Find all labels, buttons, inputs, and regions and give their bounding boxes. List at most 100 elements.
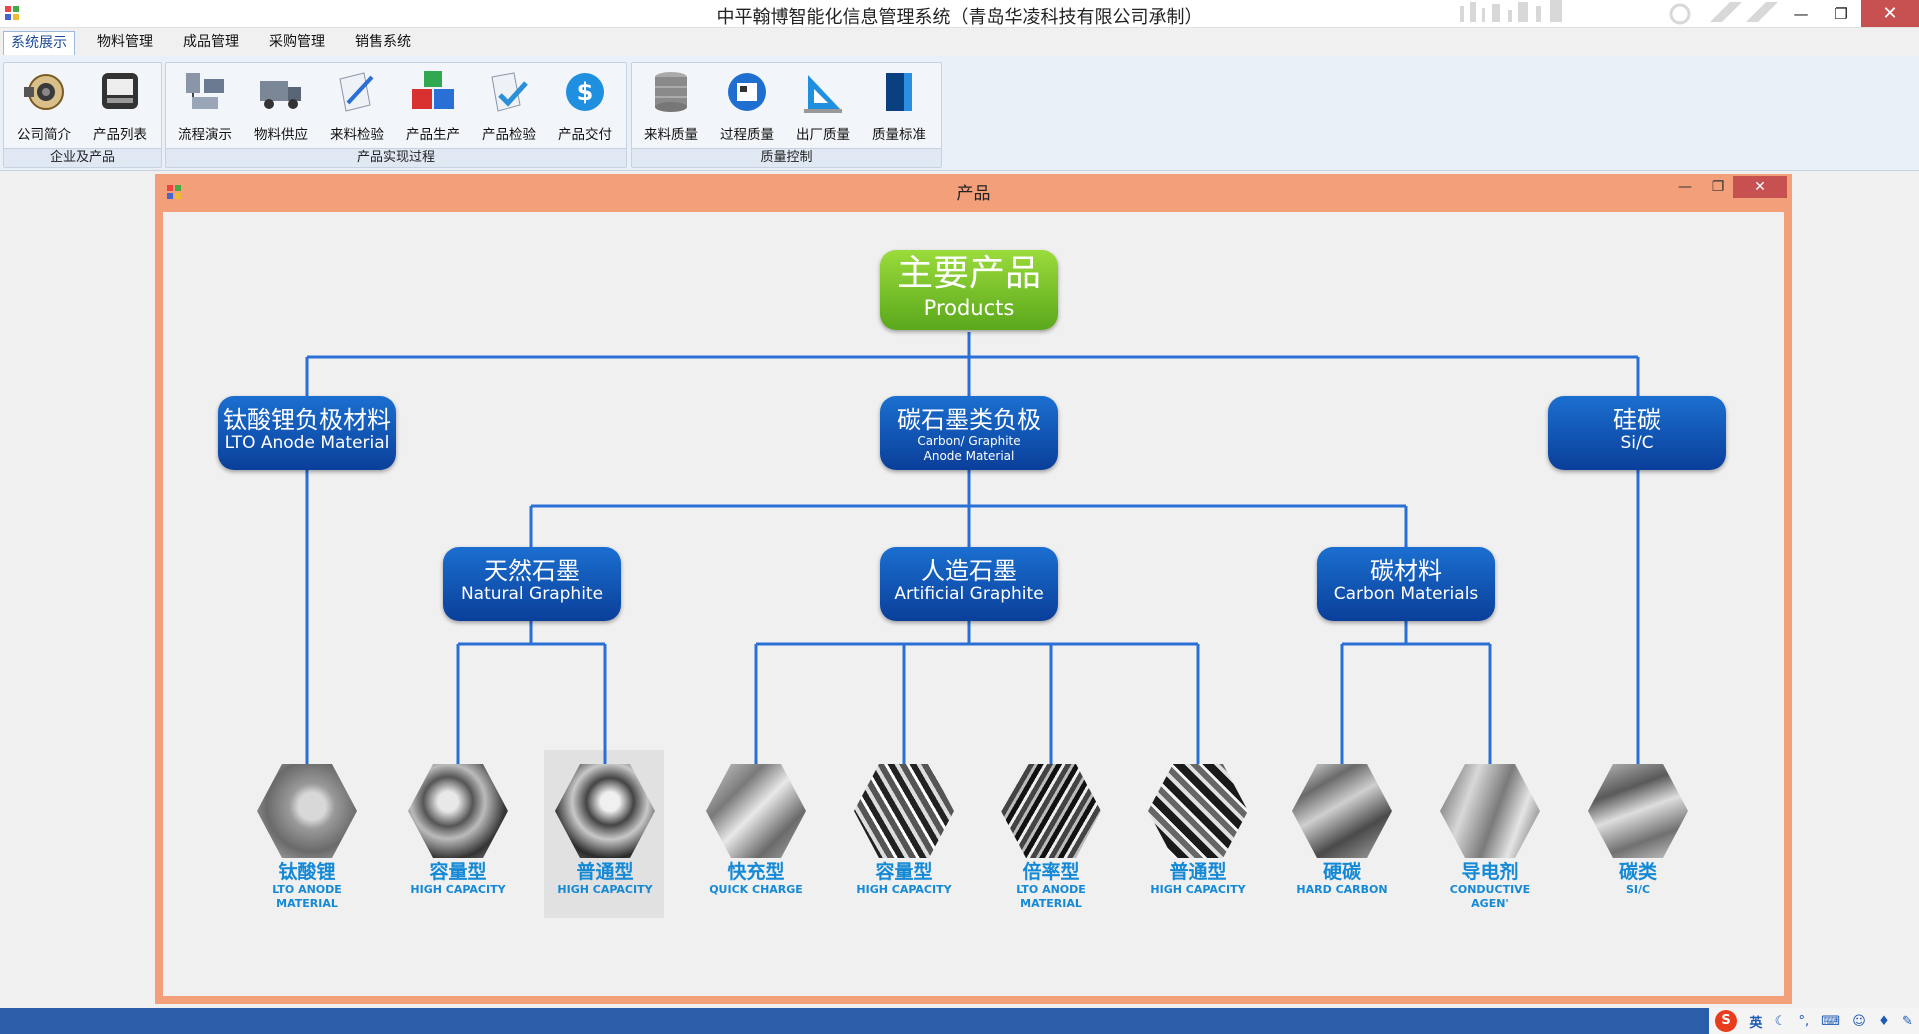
moon-icon[interactable]: ☾ xyxy=(1775,1014,1787,1029)
product-quick-charge-en: QUICK CHARGE xyxy=(709,883,803,896)
factory-quality-label: 出厂质量 xyxy=(796,127,850,143)
product-tree-canvas: 主要产品 Products 钛酸锂负极材料 LTO Anode Material… xyxy=(163,212,1784,996)
incoming-quality-button[interactable]: 来料质量 xyxy=(634,67,708,145)
wrench-icon[interactable]: ✎ xyxy=(1902,1014,1913,1029)
user-icon[interactable]: ☺ xyxy=(1852,1014,1866,1029)
product-rate-zh: 倍率型 xyxy=(1022,861,1080,883)
production-label: 产品生产 xyxy=(406,127,460,143)
menu-tab-material[interactable]: 物料管理 xyxy=(90,31,160,54)
node-sic-en: Si/C xyxy=(1620,433,1654,453)
node-carbon-materials-zh: 碳材料 xyxy=(1370,557,1442,585)
process-demo-button[interactable]: 流程演示 xyxy=(168,67,242,145)
book-icon xyxy=(886,73,912,111)
quality-standard-label: 质量标准 xyxy=(872,127,926,143)
product-quick-charge-zh: 快充型 xyxy=(727,861,785,883)
product-artificial-capacity[interactable]: 容量型 HIGH CAPACITY xyxy=(844,764,964,897)
node-artificial-graphite[interactable]: 人造石墨 Artificial Graphite xyxy=(880,547,1058,621)
child-maximize-button[interactable]: ❐ xyxy=(1703,176,1733,198)
maximize-button[interactable]: ❐ xyxy=(1820,0,1862,27)
product-natural-capacity[interactable]: 容量型 HIGH CAPACITY xyxy=(398,764,518,897)
product-list-button[interactable]: 产品列表 xyxy=(83,67,157,145)
product-delivery-button[interactable]: $ 产品交付 xyxy=(548,67,622,145)
node-carbon-materials[interactable]: 碳材料 Carbon Materials xyxy=(1317,547,1495,621)
cubes-icon xyxy=(412,71,454,109)
check-document-icon xyxy=(491,72,528,112)
product-window[interactable]: 产品 — ❐ ✕ 主要产品 Products 钛酸锂负极材料 LTO Anode… xyxy=(155,174,1792,1004)
root-node-products[interactable]: 主要产品 Products xyxy=(880,250,1058,330)
group-label-company: 企业及产品 xyxy=(4,148,161,167)
main-titlebar[interactable]: 中平翰博智能化信息管理系统（青岛华凌科技有限公司承制） — ❐ ✕ xyxy=(0,0,1919,28)
menu-tab-finished-goods[interactable]: 成品管理 xyxy=(176,31,246,54)
product-image-natural-capacity xyxy=(408,764,508,858)
group-label-process: 产品实现过程 xyxy=(166,148,626,167)
product-image-artificial-standard xyxy=(1148,764,1248,858)
menu-bar: 系统展示 物料管理 成品管理 采购管理 销售系统 xyxy=(0,28,1919,56)
product-delivery-label: 产品交付 xyxy=(558,127,612,143)
node-natural-graphite[interactable]: 天然石墨 Natural Graphite xyxy=(443,547,621,621)
product-sic-en: SI/C xyxy=(1625,883,1651,896)
keyboard-icon[interactable]: ⌨ xyxy=(1821,1014,1840,1029)
node-carbon-graphite-anode[interactable]: 碳石墨类负极 Carbon/ Graphite Anode Material xyxy=(880,396,1058,470)
incoming-inspection-button[interactable]: 来料检验 xyxy=(320,67,394,145)
globe-icon xyxy=(728,73,766,111)
product-image-rate xyxy=(1001,764,1101,858)
product-natural-capacity-zh: 容量型 xyxy=(429,861,487,883)
product-inspection-button[interactable]: 产品检验 xyxy=(472,67,546,145)
incoming-inspection-label: 来料检验 xyxy=(330,127,384,143)
minimize-button[interactable]: — xyxy=(1780,0,1822,27)
process-quality-button[interactable]: 过程质量 xyxy=(710,67,784,145)
product-image-lto xyxy=(257,764,357,858)
product-lto-en2: MATERIAL xyxy=(276,897,338,910)
triangle-ruler-icon xyxy=(804,75,842,113)
product-lto-zh: 钛酸锂 xyxy=(278,861,336,883)
node-si-c[interactable]: 硅碳 Si/C xyxy=(1548,396,1726,470)
quality-standard-button[interactable]: 质量标准 xyxy=(862,67,936,145)
ime-language-toggle[interactable]: 英 xyxy=(1749,1012,1762,1031)
menu-tab-purchasing[interactable]: 采购管理 xyxy=(262,31,332,54)
punctuation-icon[interactable]: °, xyxy=(1798,1014,1809,1029)
taskbar: S 英 ☾ °, ⌨ ☺ ♦ ✎ xyxy=(0,1008,1919,1034)
product-artificial-standard-en: HIGH CAPACITY xyxy=(1150,883,1246,896)
product-natural-standard-en: HIGH CAPACITY xyxy=(557,883,653,896)
sogou-logo-icon[interactable]: S xyxy=(1715,1010,1738,1032)
node-lto-anode[interactable]: 钛酸锂负极材料 LTO Anode Material xyxy=(218,396,396,470)
product-conductive-agent[interactable]: 导电剂 CONDUCTIVE AGEN' xyxy=(1430,764,1550,911)
production-button[interactable]: 产品生产 xyxy=(396,67,470,145)
product-artificial-standard[interactable]: 普通型 HIGH CAPACITY xyxy=(1138,764,1258,897)
ime-toolbar[interactable]: S 英 ☾ °, ⌨ ☺ ♦ ✎ xyxy=(1709,1008,1919,1034)
product-artificial-capacity-en: HIGH CAPACITY xyxy=(856,883,952,896)
factory-quality-button[interactable]: 出厂质量 xyxy=(786,67,860,145)
child-close-button[interactable]: ✕ xyxy=(1733,176,1787,198)
menu-tab-sales[interactable]: 销售系统 xyxy=(348,31,418,54)
material-supply-button[interactable]: 物料供应 xyxy=(244,67,318,145)
product-hard-carbon[interactable]: 硬碳 HARD CARBON xyxy=(1282,764,1402,897)
titlebar-decoration xyxy=(1460,0,1778,25)
product-image-artificial-capacity xyxy=(854,764,954,858)
process-quality-label: 过程质量 xyxy=(720,127,774,143)
company-intro-button[interactable]: 公司简介 xyxy=(7,67,81,145)
product-sic[interactable]: 碳类 SI/C xyxy=(1578,764,1698,897)
product-natural-standard[interactable]: 普通型 HIGH CAPACITY xyxy=(545,764,665,897)
product-image-hard-carbon xyxy=(1292,764,1392,858)
child-minimize-button[interactable]: — xyxy=(1670,176,1700,198)
ribbon-group-quality: 来料质量 过程质量 出厂质量 质量标准 质量控制 xyxy=(631,62,942,168)
ribbon-group-process: 流程演示 物料供应 来料检验 产品生产 产品检验 $ 产品交付 产品实现过程 xyxy=(165,62,627,168)
product-quick-charge[interactable]: 快充型 QUICK CHARGE xyxy=(696,764,816,897)
node-artificial-en: Artificial Graphite xyxy=(894,584,1044,604)
menu-tab-system-display[interactable]: 系统展示 xyxy=(3,31,75,55)
material-supply-label: 物料供应 xyxy=(254,127,308,143)
node-carbon-zh: 碳石墨类负极 xyxy=(897,406,1041,434)
product-artificial-capacity-zh: 容量型 xyxy=(875,861,933,883)
node-natural-en: Natural Graphite xyxy=(460,584,604,604)
document-pen-icon xyxy=(339,72,374,112)
company-intro-label: 公司简介 xyxy=(17,127,71,143)
product-conductive-agent-zh: 导电剂 xyxy=(1461,861,1519,883)
node-carbon-en: Carbon/ Graphite xyxy=(917,434,1021,448)
product-list-label: 产品列表 xyxy=(93,127,147,143)
product-rate[interactable]: 倍率型 LTO ANODE MATERIAL xyxy=(991,764,1111,911)
node-carbon-materials-en: Carbon Materials xyxy=(1333,584,1479,604)
product-hard-carbon-zh: 硬碳 xyxy=(1322,861,1361,883)
shirt-icon[interactable]: ♦ xyxy=(1878,1014,1890,1029)
product-lto[interactable]: 钛酸锂 LTO ANODE MATERIAL xyxy=(247,764,367,911)
close-button[interactable]: ✕ xyxy=(1861,0,1919,27)
